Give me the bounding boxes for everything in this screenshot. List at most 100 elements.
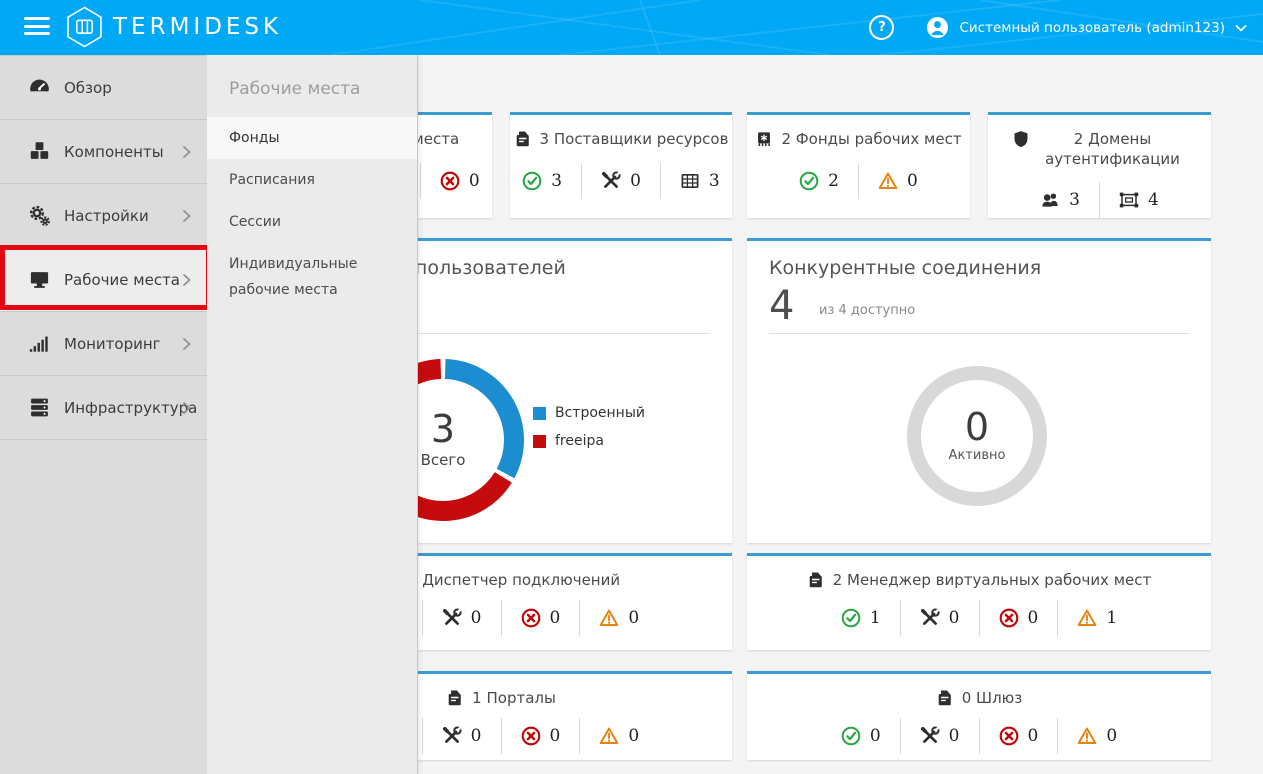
legend-item: freeipa <box>533 433 645 449</box>
ok-icon <box>799 171 819 191</box>
card-title: 0 Шлюз <box>962 689 1023 709</box>
warn-icon <box>599 726 619 746</box>
chevron-right-icon <box>182 209 191 223</box>
stat-ok: 2 <box>780 163 858 199</box>
chevron-right-icon <box>182 337 191 351</box>
card-stats: 3 0 3 <box>503 163 738 199</box>
shield-icon <box>1012 130 1030 148</box>
sidebar-item-label: Обзор <box>64 79 112 97</box>
error-icon <box>999 726 1019 746</box>
card-stats: 1 0 0 1 <box>822 600 1136 636</box>
submenu-item-label: Фонды <box>229 130 280 146</box>
users-icon <box>1040 190 1060 210</box>
stat-value: 0 <box>949 608 960 628</box>
stat-grid: 3 <box>660 163 739 199</box>
legend-swatch <box>533 407 546 420</box>
stat-error: 0 <box>501 600 580 636</box>
stat-warn: 1 <box>1057 600 1136 636</box>
menu-icon[interactable] <box>24 17 50 37</box>
stat-tools: 0 <box>422 718 501 754</box>
brand-hexagon-icon <box>66 6 103 48</box>
user-menu-label[interactable]: Системный пользователь (admin123) <box>959 20 1225 36</box>
submenu-title: Рабочие места <box>229 79 417 99</box>
chip-icon <box>755 130 773 148</box>
stat-tools: 0 <box>422 600 501 636</box>
stat-error: 0 <box>979 600 1058 636</box>
stat-warn: 0 <box>579 718 658 754</box>
submenu-item-schedules[interactable]: Расписания <box>207 159 417 201</box>
stat-value: 1 <box>1106 608 1117 628</box>
connections-total: 4 <box>769 283 794 329</box>
sidebar-item-label: Инфраструктура <box>64 399 197 417</box>
gauge-icon <box>29 77 50 98</box>
legend-label: freeipa <box>555 433 604 449</box>
legend-label: Встроенный <box>555 405 645 421</box>
legend-item: Встроенный <box>533 405 645 421</box>
card-vdi-manager: 2 Менеджер виртуальных рабочих мест 1 0 … <box>747 553 1211 650</box>
submenu-item-individual[interactable]: Индивидуальные рабочие места <box>207 243 417 311</box>
top-bar: TERMIDESK ? Системный пользователь (admi… <box>0 0 1263 55</box>
stat-value: 0 <box>1106 726 1117 746</box>
sidebar-item-infrastructure[interactable]: Инфраструктура <box>0 376 207 440</box>
card-header: 0 Шлюз <box>936 689 1023 709</box>
servers-icon <box>29 397 50 418</box>
desktop-icon <box>29 269 50 290</box>
submenu-item-label: Расписания <box>229 172 315 188</box>
stat-value: 3 <box>551 171 562 191</box>
stat-value: 0 <box>1028 726 1039 746</box>
book-icon <box>807 571 825 589</box>
ok-icon <box>841 608 861 628</box>
card-header: 3 Поставщики ресурсов <box>514 130 729 150</box>
stat-tools: 0 <box>900 600 979 636</box>
stat-tools: 0 <box>900 718 979 754</box>
ring-center: 0 Активно <box>927 407 1027 463</box>
sidebar-item-workplaces[interactable]: Рабочие места <box>0 248 207 312</box>
card-title: 1 Порталы <box>472 689 556 709</box>
stat-error: 0 <box>501 718 580 754</box>
warn-icon <box>599 608 619 628</box>
sidebar-item-monitoring[interactable]: Мониторинг <box>0 312 207 376</box>
stat-value: 1 <box>870 608 881 628</box>
help-icon[interactable]: ? <box>869 15 894 40</box>
book-icon <box>446 689 464 707</box>
warn-icon <box>1077 608 1097 628</box>
stat-value: 0 <box>949 726 960 746</box>
submenu-item-funds[interactable]: Фонды <box>207 117 417 159</box>
warn-icon <box>1077 726 1097 746</box>
submenu-panel: Рабочие места Фонды Расписания Сессии Ин… <box>207 55 418 774</box>
brand-logo: TERMIDESK <box>66 6 282 48</box>
stat-users: 3 <box>1021 182 1099 218</box>
tools-icon <box>601 171 621 191</box>
card-pools: 2 Фонды рабочих мест 2 0 <box>747 112 970 218</box>
stat-value: 0 <box>471 726 482 746</box>
chart-legend: Встроенный freeipa <box>533 405 645 449</box>
gears-icon <box>29 205 50 226</box>
card-connections: Конкурентные соединения 4 из 4 доступно … <box>747 238 1211 543</box>
stat-ok: 3 <box>503 163 581 199</box>
stat-value: 0 <box>628 726 639 746</box>
card-header: 2 Фонды рабочих мест <box>755 130 961 150</box>
card-title: 2 Фонды рабочих мест <box>781 130 961 150</box>
chevron-right-icon <box>182 273 191 287</box>
active-connections-label: Активно <box>927 448 1027 463</box>
connections-caption: из 4 доступно <box>819 303 915 318</box>
sidebar-item-overview[interactable]: Обзор <box>0 56 207 120</box>
card-title: 2 Менеджер виртуальных рабочих мест <box>833 571 1152 591</box>
stat-tools: 0 <box>581 163 660 199</box>
card-title: 1 Диспетчер подключений <box>408 571 620 591</box>
stat-error: 0 <box>979 718 1058 754</box>
legend-swatch <box>533 435 546 448</box>
stat-value: 0 <box>471 608 482 628</box>
book-icon <box>514 130 532 148</box>
submenu-item-sessions[interactable]: Сессии <box>207 201 417 243</box>
divider <box>769 333 1189 334</box>
card-title: 3 Поставщики ресурсов <box>540 130 729 150</box>
card-providers: 3 Поставщики ресурсов 3 0 3 <box>510 112 732 218</box>
sidebar-item-components[interactable]: Компоненты <box>0 120 207 184</box>
user-avatar-icon <box>926 16 949 39</box>
sidebar-item-settings[interactable]: Настройки <box>0 184 207 248</box>
stat-ok: 0 <box>822 718 900 754</box>
book-icon <box>936 689 954 707</box>
card-header: 1 Порталы <box>446 689 556 709</box>
chevron-down-icon[interactable] <box>1235 23 1247 33</box>
